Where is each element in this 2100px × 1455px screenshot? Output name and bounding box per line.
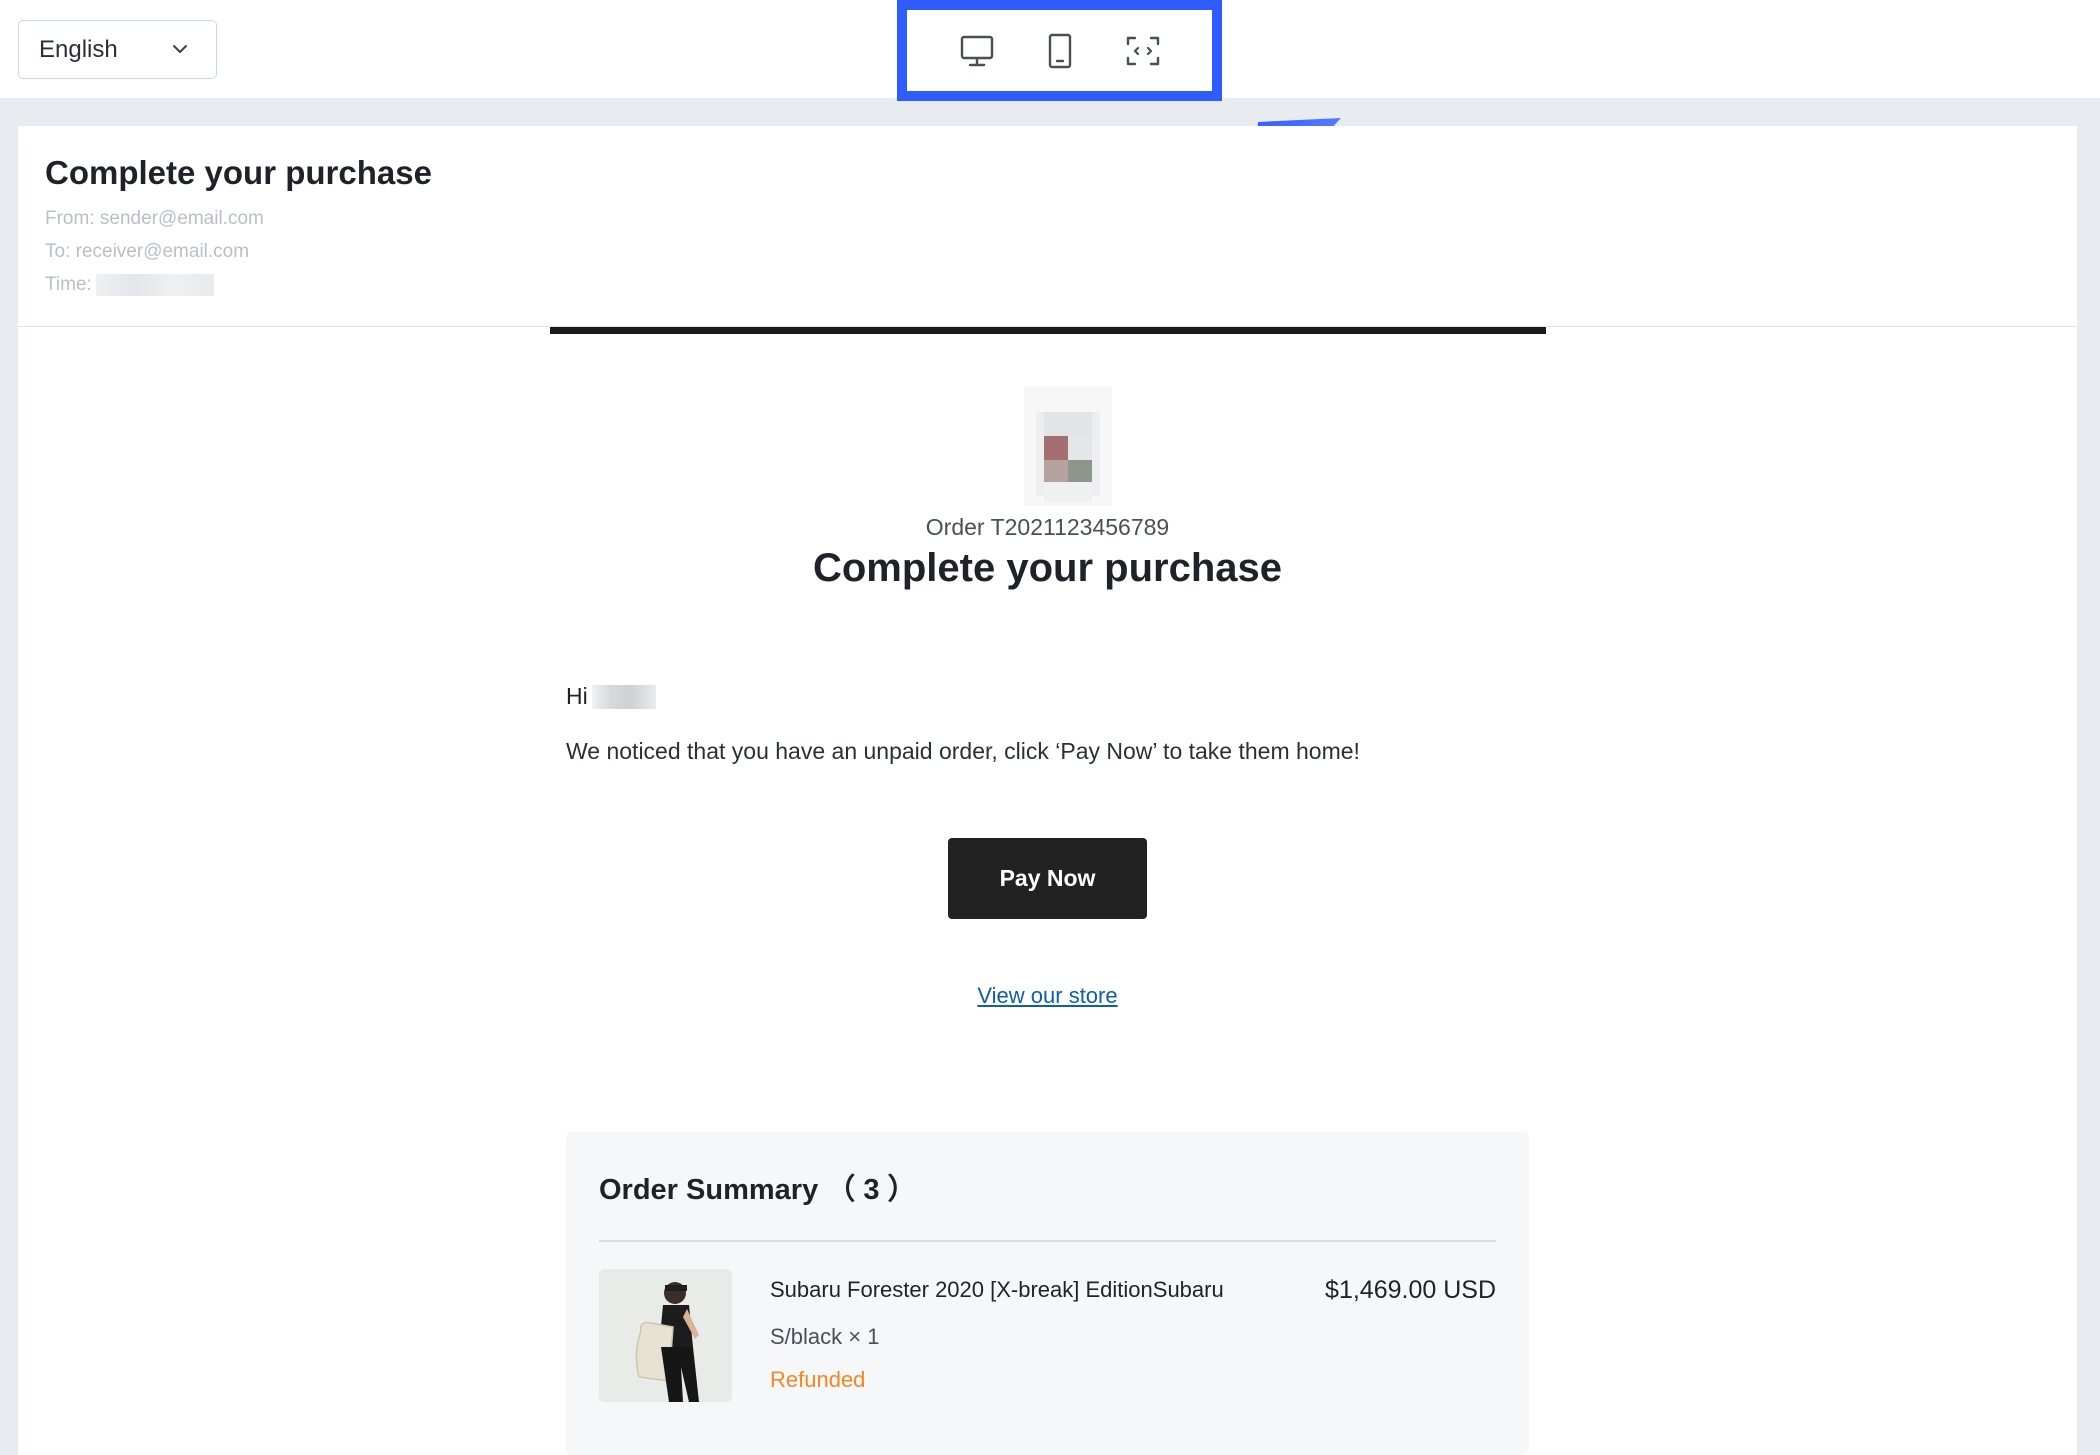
order-summary: Order Summary （ 3 ） Subaru Forester 2020…	[566, 1132, 1529, 1455]
order-summary-title: Order Summary （ 3 ）	[599, 1174, 917, 1206]
fullscreen-icon	[1126, 36, 1159, 65]
product-variant: S/black × 1	[770, 1324, 880, 1349]
email-message: We noticed that you have an unpaid order…	[566, 738, 1360, 764]
email-to: To: receiver@email.com	[45, 241, 250, 262]
email-top-border	[550, 327, 1546, 334]
email-from: From: sender@email.com	[45, 208, 264, 229]
email-title: Complete your purchase	[812, 546, 1282, 590]
email-time: Time:	[45, 274, 214, 296]
redacted-time	[95, 274, 214, 296]
desktop-view-button[interactable]	[953, 27, 1001, 75]
product-image	[599, 1269, 732, 1402]
preview-toolbar: English	[0, 0, 2100, 101]
store-logo	[1024, 386, 1112, 506]
product-price: $1,469.00 USD	[1325, 1276, 1496, 1304]
product-photo-illustration	[599, 1269, 732, 1402]
desktop-icon	[960, 35, 993, 66]
tablet-view-button[interactable]	[1036, 27, 1084, 75]
pay-now-button[interactable]: Pay Now	[948, 838, 1147, 919]
product-status: Refunded	[770, 1367, 866, 1392]
fullscreen-view-button[interactable]	[1119, 27, 1167, 75]
email-subject: Complete your purchase	[45, 154, 432, 191]
device-preview-switcher	[897, 0, 1222, 101]
email-header: Complete your purchase From: sender@emai…	[18, 126, 2077, 327]
redacted-name	[591, 684, 656, 709]
greeting-text: Hi	[566, 683, 588, 709]
product-name: Subaru Forester 2020 [X-break] EditionSu…	[770, 1277, 1224, 1302]
email-preview-card: Complete your purchase From: sender@emai…	[18, 126, 2077, 1455]
language-select[interactable]: English	[18, 20, 217, 79]
store-link-row: View our store	[18, 983, 2077, 1009]
summary-divider	[599, 1240, 1496, 1242]
language-select-value: English	[39, 35, 118, 63]
greeting: Hi	[566, 683, 656, 710]
tablet-icon	[1048, 33, 1071, 68]
email-time-label: Time:	[45, 274, 92, 295]
order-number: Order T2021123456789	[925, 514, 1170, 540]
view-store-link[interactable]: View our store	[977, 983, 1117, 1008]
chevron-down-icon	[173, 45, 187, 53]
